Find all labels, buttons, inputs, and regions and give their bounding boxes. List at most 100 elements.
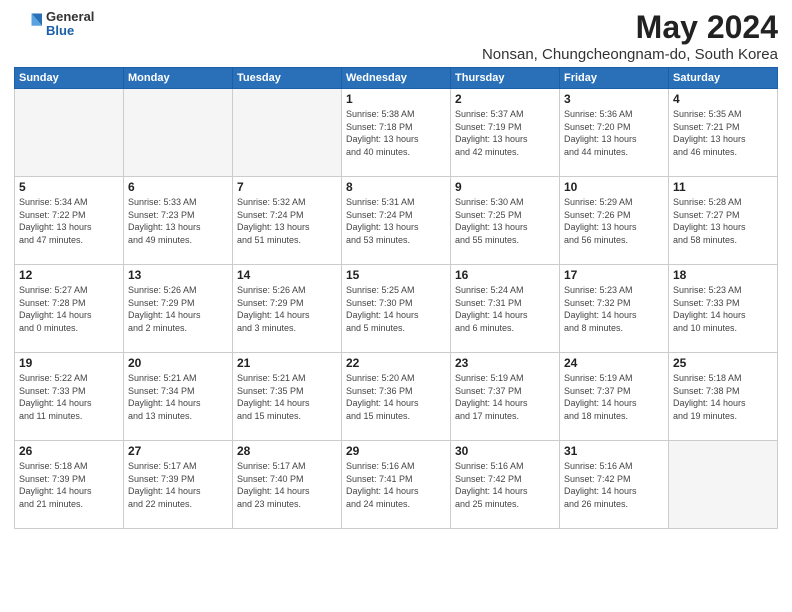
header-sunday: Sunday <box>15 68 124 89</box>
day-info: Sunrise: 5:16 AM Sunset: 7:42 PM Dayligh… <box>455 460 555 510</box>
calendar-table: Sunday Monday Tuesday Wednesday Thursday… <box>14 67 778 529</box>
day-info: Sunrise: 5:21 AM Sunset: 7:35 PM Dayligh… <box>237 372 337 422</box>
week-row-4: 26 Sunrise: 5:18 AM Sunset: 7:39 PM Dayli… <box>15 441 778 529</box>
header-tuesday: Tuesday <box>233 68 342 89</box>
calendar-title: May 2024 <box>482 10 778 45</box>
day-number: 25 <box>673 356 773 370</box>
day-info: Sunrise: 5:17 AM Sunset: 7:40 PM Dayligh… <box>237 460 337 510</box>
day-cell: 14Sunrise: 5:26 AM Sunset: 7:29 PM Dayli… <box>233 265 342 353</box>
day-cell: 1Sunrise: 5:38 AM Sunset: 7:18 PM Daylig… <box>342 89 451 177</box>
day-info: Sunrise: 5:28 AM Sunset: 7:27 PM Dayligh… <box>673 196 773 246</box>
day-number: 21 <box>237 356 337 370</box>
day-cell: 16Sunrise: 5:24 AM Sunset: 7:31 PM Dayli… <box>451 265 560 353</box>
week-row-0: 1Sunrise: 5:38 AM Sunset: 7:18 PM Daylig… <box>15 89 778 177</box>
day-cell: 25 Sunrise: 5:18 AM Sunset: 7:38 PM Dayli… <box>669 353 778 441</box>
day-number: 14 <box>237 268 337 282</box>
day-number: 6 <box>128 180 228 194</box>
day-number: 26 <box>19 444 119 458</box>
day-number: 22 <box>346 356 446 370</box>
day-info: Sunrise: 5:25 AM Sunset: 7:30 PM Dayligh… <box>346 284 446 334</box>
header-saturday: Saturday <box>669 68 778 89</box>
day-cell: 28Sunrise: 5:17 AM Sunset: 7:40 PM Dayli… <box>233 441 342 529</box>
calendar-subtitle: Nonsan, Chungcheongnam-do, South Korea <box>482 46 778 63</box>
day-cell: 13 Sunrise: 5:26 AM Sunset: 7:29 PM Dayli… <box>124 265 233 353</box>
logo-icon <box>14 10 42 38</box>
day-cell: 2Sunrise: 5:37 AM Sunset: 7:19 PM Daylig… <box>451 89 560 177</box>
day-info: Sunrise: 5:36 AM Sunset: 7:20 PM Dayligh… <box>564 108 664 158</box>
week-row-3: 19 Sunrise: 5:22 AM Sunset: 7:33 PM Dayli… <box>15 353 778 441</box>
day-cell <box>124 89 233 177</box>
day-info: Sunrise: 5:29 AM Sunset: 7:26 PM Dayligh… <box>564 196 664 246</box>
day-cell: 29 Sunrise: 5:16 AM Sunset: 7:41 PM Dayli… <box>342 441 451 529</box>
day-info: Sunrise: 5:16 AM Sunset: 7:41 PM Dayligh… <box>346 460 446 510</box>
day-number: 11 <box>673 180 773 194</box>
day-number: 24 <box>564 356 664 370</box>
day-cell: 17 Sunrise: 5:23 AM Sunset: 7:32 PM Dayli… <box>560 265 669 353</box>
day-info: Sunrise: 5:31 AM Sunset: 7:24 PM Dayligh… <box>346 196 446 246</box>
day-info: Sunrise: 5:35 AM Sunset: 7:21 PM Dayligh… <box>673 108 773 158</box>
day-number: 9 <box>455 180 555 194</box>
day-number: 16 <box>455 268 555 282</box>
page: General Blue May 2024 Nonsan, Chungcheon… <box>0 0 792 612</box>
day-cell: 26 Sunrise: 5:18 AM Sunset: 7:39 PM Dayli… <box>15 441 124 529</box>
header-row: Sunday Monday Tuesday Wednesday Thursday… <box>15 68 778 89</box>
week-row-1: 5Sunrise: 5:34 AM Sunset: 7:22 PM Daylig… <box>15 177 778 265</box>
day-cell: 4 Sunrise: 5:35 AM Sunset: 7:21 PM Daylig… <box>669 89 778 177</box>
day-cell <box>15 89 124 177</box>
day-cell: 12Sunrise: 5:27 AM Sunset: 7:28 PM Dayli… <box>15 265 124 353</box>
day-cell: 9 Sunrise: 5:30 AM Sunset: 7:25 PM Daylig… <box>451 177 560 265</box>
day-cell: 20Sunrise: 5:21 AM Sunset: 7:34 PM Dayli… <box>124 353 233 441</box>
logo-text: General Blue <box>46 10 94 39</box>
day-cell: 24Sunrise: 5:19 AM Sunset: 7:37 PM Dayli… <box>560 353 669 441</box>
day-number: 4 <box>673 92 773 106</box>
day-cell: 15 Sunrise: 5:25 AM Sunset: 7:30 PM Dayli… <box>342 265 451 353</box>
day-number: 23 <box>455 356 555 370</box>
day-cell <box>669 441 778 529</box>
day-number: 3 <box>564 92 664 106</box>
day-number: 18 <box>673 268 773 282</box>
day-info: Sunrise: 5:37 AM Sunset: 7:19 PM Dayligh… <box>455 108 555 158</box>
day-info: Sunrise: 5:17 AM Sunset: 7:39 PM Dayligh… <box>128 460 228 510</box>
header-thursday: Thursday <box>451 68 560 89</box>
day-number: 27 <box>128 444 228 458</box>
day-cell <box>233 89 342 177</box>
day-info: Sunrise: 5:23 AM Sunset: 7:32 PM Dayligh… <box>564 284 664 334</box>
day-cell: 30 Sunrise: 5:16 AM Sunset: 7:42 PM Dayli… <box>451 441 560 529</box>
day-number: 19 <box>19 356 119 370</box>
day-info: Sunrise: 5:22 AM Sunset: 7:33 PM Dayligh… <box>19 372 119 422</box>
day-cell: 31 Sunrise: 5:16 AM Sunset: 7:42 PM Dayli… <box>560 441 669 529</box>
header-monday: Monday <box>124 68 233 89</box>
day-info: Sunrise: 5:30 AM Sunset: 7:25 PM Dayligh… <box>455 196 555 246</box>
day-info: Sunrise: 5:27 AM Sunset: 7:28 PM Dayligh… <box>19 284 119 334</box>
day-number: 20 <box>128 356 228 370</box>
day-cell: 8 Sunrise: 5:31 AM Sunset: 7:24 PM Daylig… <box>342 177 451 265</box>
day-number: 8 <box>346 180 446 194</box>
day-cell: 18Sunrise: 5:23 AM Sunset: 7:33 PM Dayli… <box>669 265 778 353</box>
day-info: Sunrise: 5:26 AM Sunset: 7:29 PM Dayligh… <box>128 284 228 334</box>
logo: General Blue <box>14 10 94 39</box>
day-cell: 27 Sunrise: 5:17 AM Sunset: 7:39 PM Dayli… <box>124 441 233 529</box>
header: General Blue May 2024 Nonsan, Chungcheon… <box>14 10 778 63</box>
day-number: 31 <box>564 444 664 458</box>
day-cell: 21 Sunrise: 5:21 AM Sunset: 7:35 PM Dayli… <box>233 353 342 441</box>
day-number: 15 <box>346 268 446 282</box>
day-info: Sunrise: 5:32 AM Sunset: 7:24 PM Dayligh… <box>237 196 337 246</box>
title-block: May 2024 Nonsan, Chungcheongnam-do, Sout… <box>482 10 778 63</box>
day-info: Sunrise: 5:16 AM Sunset: 7:42 PM Dayligh… <box>564 460 664 510</box>
day-cell: 6 Sunrise: 5:33 AM Sunset: 7:23 PM Daylig… <box>124 177 233 265</box>
day-info: Sunrise: 5:18 AM Sunset: 7:38 PM Dayligh… <box>673 372 773 422</box>
day-number: 30 <box>455 444 555 458</box>
day-number: 29 <box>346 444 446 458</box>
day-number: 13 <box>128 268 228 282</box>
day-cell: 10 Sunrise: 5:29 AM Sunset: 7:26 PM Dayli… <box>560 177 669 265</box>
day-number: 7 <box>237 180 337 194</box>
day-cell: 5Sunrise: 5:34 AM Sunset: 7:22 PM Daylig… <box>15 177 124 265</box>
header-friday: Friday <box>560 68 669 89</box>
day-cell: 11 Sunrise: 5:28 AM Sunset: 7:27 PM Dayli… <box>669 177 778 265</box>
day-info: Sunrise: 5:18 AM Sunset: 7:39 PM Dayligh… <box>19 460 119 510</box>
day-info: Sunrise: 5:33 AM Sunset: 7:23 PM Dayligh… <box>128 196 228 246</box>
day-number: 17 <box>564 268 664 282</box>
day-cell: 19 Sunrise: 5:22 AM Sunset: 7:33 PM Dayli… <box>15 353 124 441</box>
day-info: Sunrise: 5:34 AM Sunset: 7:22 PM Dayligh… <box>19 196 119 246</box>
day-number: 10 <box>564 180 664 194</box>
